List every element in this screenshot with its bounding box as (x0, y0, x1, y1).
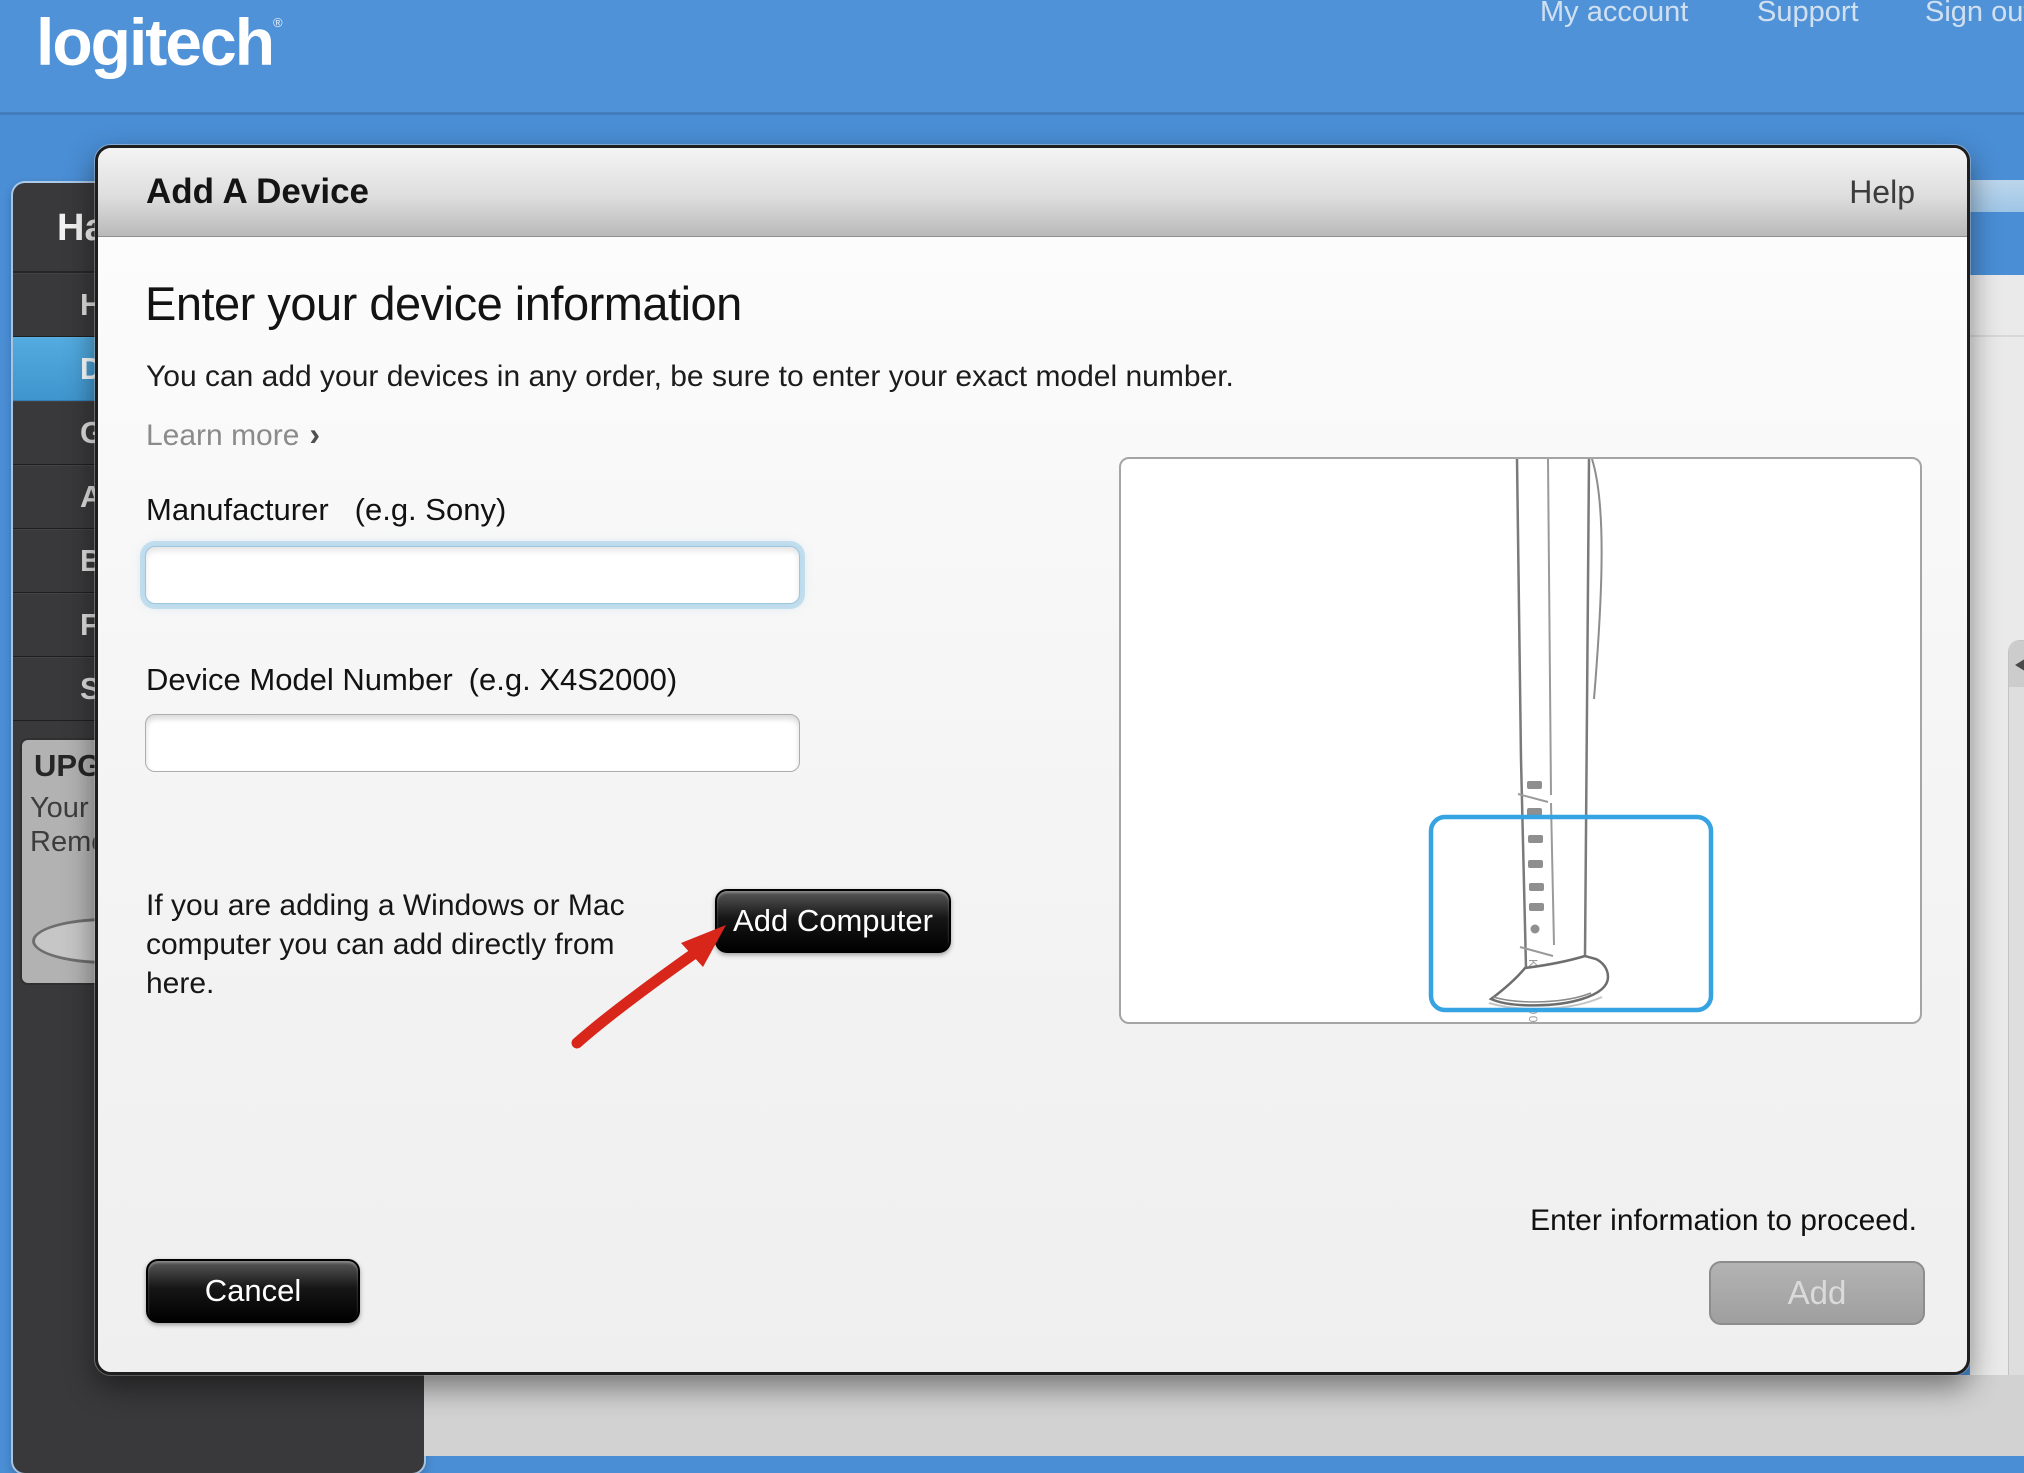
add-computer-note: If you are adding a Windows or Mac compu… (146, 886, 666, 1003)
dialog-heading: Enter your device information (145, 276, 742, 331)
help-link[interactable]: Help (1849, 174, 1915, 211)
nav-my-account[interactable]: My account (1540, 0, 1688, 29)
add-button-disabled[interactable]: Add (1709, 1261, 1925, 1325)
logitech-logo[interactable]: logitech® (36, 4, 281, 80)
manufacturer-example: (e.g. Sony) (355, 492, 507, 527)
manufacturer-label: Manufacturer(e.g. Sony) (146, 492, 506, 528)
dialog-header: Add A Device Help (98, 148, 1967, 237)
page-root: { "brand": { "logo": "logitech", "mark":… (0, 0, 2024, 1456)
dialog-description: You can add your devices in any order, b… (146, 360, 1234, 394)
chevron-right-icon: › (309, 416, 320, 452)
upgrade-title: UPG (34, 748, 101, 784)
device-image-panel: KRL 2100 (1119, 457, 1922, 1024)
panel-collapse-tab[interactable] (2009, 641, 2024, 687)
collapse-left-icon (2015, 657, 2024, 673)
learn-more-link[interactable]: Learn more› (146, 416, 320, 453)
model-number-label: Device Model Number(e.g. X4S2000) (146, 662, 677, 698)
background-subheader-band (1970, 180, 2024, 212)
add-computer-button[interactable]: Add Computer (715, 889, 951, 953)
device-illustration: KRL 2100 (1121, 459, 1922, 1024)
background-content-area (424, 1375, 2024, 1456)
add-a-device-dialog: Add A Device Help Enter your device info… (95, 145, 1970, 1375)
manufacturer-input[interactable] (145, 546, 800, 604)
background-side-panel (2008, 640, 2024, 1400)
model-example: (e.g. X4S2000) (469, 662, 678, 697)
status-message: Enter information to proceed. (1530, 1204, 1917, 1238)
dialog-title: Add A Device (146, 172, 369, 212)
nav-support[interactable]: Support (1757, 0, 1859, 29)
model-number-input[interactable] (145, 714, 800, 772)
nav-sign-out[interactable]: Sign out (1925, 0, 2024, 29)
registered-mark-icon: ® (273, 15, 281, 30)
background-divider (1970, 335, 2024, 337)
top-brand-bar: logitech® My account Support Sign out (0, 0, 2024, 115)
upgrade-text-line1: Your (30, 792, 89, 825)
cancel-button[interactable]: Cancel (146, 1259, 360, 1323)
